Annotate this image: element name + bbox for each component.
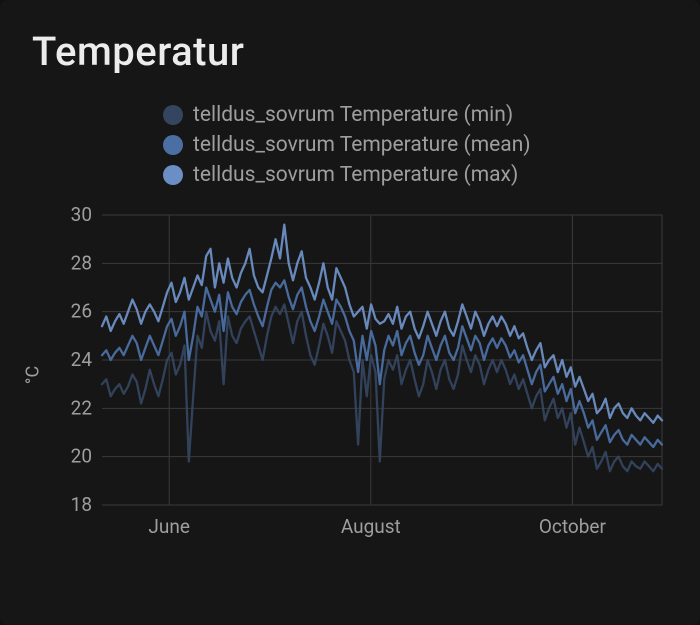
svg-text:30: 30 xyxy=(71,205,92,226)
line-chart: 18 20 22 24 26 28 30 June August October xyxy=(32,205,672,545)
legend-dot-icon xyxy=(163,135,183,155)
svg-text:20: 20 xyxy=(71,445,92,468)
legend-label: telldus_sovrum Temperature (mean) xyxy=(193,133,531,157)
legend-dot-icon xyxy=(163,105,183,125)
svg-text:August: August xyxy=(341,515,401,538)
legend-item-max[interactable]: telldus_sovrum Temperature (max) xyxy=(163,163,518,187)
legend-label: telldus_sovrum Temperature (max) xyxy=(193,163,518,187)
legend-item-mean[interactable]: telldus_sovrum Temperature (mean) xyxy=(163,133,531,157)
legend-dot-icon xyxy=(163,165,183,185)
legend: telldus_sovrum Temperature (min) telldus… xyxy=(163,103,672,187)
legend-label: telldus_sovrum Temperature (min) xyxy=(193,103,513,127)
svg-text:18: 18 xyxy=(71,493,92,516)
legend-item-min[interactable]: telldus_sovrum Temperature (min) xyxy=(163,103,513,127)
svg-text:22: 22 xyxy=(71,396,92,419)
svg-text:October: October xyxy=(539,515,607,538)
svg-text:26: 26 xyxy=(71,300,92,323)
svg-text:24: 24 xyxy=(71,348,93,371)
chart-area: °C 18202224262830JuneAugustOctober xyxy=(32,205,672,545)
card-title: Temperatur xyxy=(32,28,672,75)
svg-text:June: June xyxy=(148,515,190,538)
chart-card: Temperatur telldus_sovrum Temperature (m… xyxy=(0,0,700,625)
y-axis-label: °C xyxy=(23,366,44,384)
svg-text:28: 28 xyxy=(71,251,92,274)
